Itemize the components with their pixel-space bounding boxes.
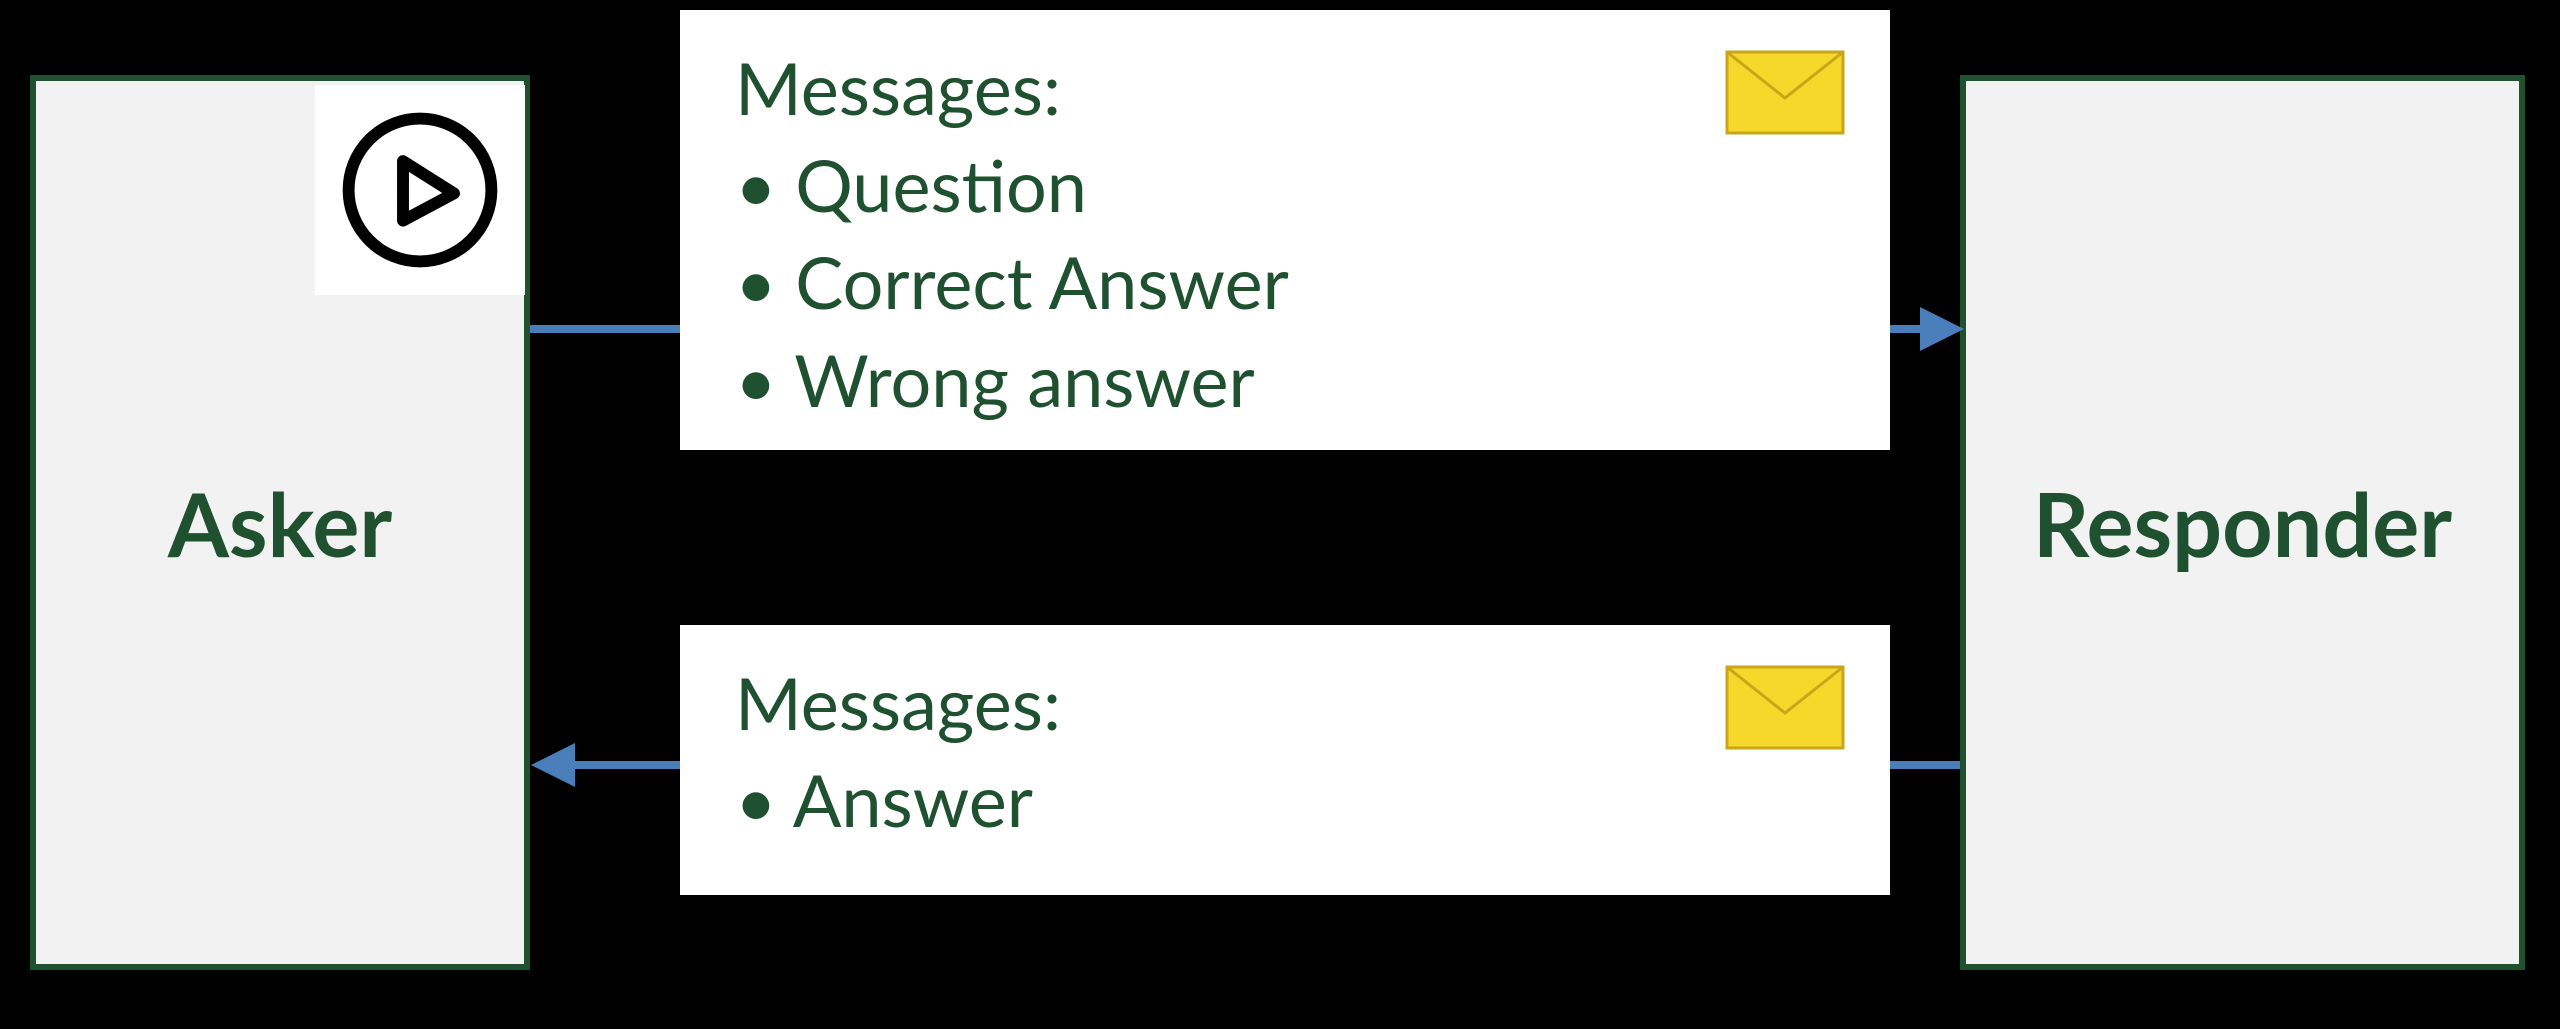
list-item: Question — [735, 137, 1845, 234]
actor-responder: Responder — [1960, 75, 2525, 970]
play-icon-svg — [335, 105, 505, 275]
messages-box-bottom: Messages: Answer — [680, 625, 1890, 895]
diagram-stage: Asker Responder Messages: Question Corre… — [0, 0, 2560, 1029]
arrow-bottom-to-asker-head — [531, 743, 575, 787]
messages-box-top-list: Question Correct Answer Wrong answer — [735, 137, 1845, 429]
arrow-top-to-responder-head — [1920, 307, 1964, 351]
arrow-bottom-to-asker-line — [575, 761, 680, 769]
play-icon — [315, 85, 525, 295]
mail-icon — [1725, 50, 1845, 135]
messages-box-top: Messages: Question Correct Answer Wrong … — [680, 10, 1890, 450]
list-item: Correct Answer — [735, 234, 1845, 331]
list-item: Answer — [735, 752, 1845, 849]
mail-icon — [1725, 665, 1845, 750]
actor-asker-label: Asker — [168, 470, 392, 576]
list-item: Wrong answer — [735, 332, 1845, 429]
arrow-responder-to-bottom — [1890, 761, 1960, 769]
actor-responder-label: Responder — [2033, 470, 2452, 576]
arrow-asker-to-top — [530, 325, 680, 333]
messages-box-bottom-list: Answer — [735, 752, 1845, 849]
messages-box-top-title: Messages: — [735, 40, 1845, 137]
messages-box-bottom-title: Messages: — [735, 655, 1845, 752]
